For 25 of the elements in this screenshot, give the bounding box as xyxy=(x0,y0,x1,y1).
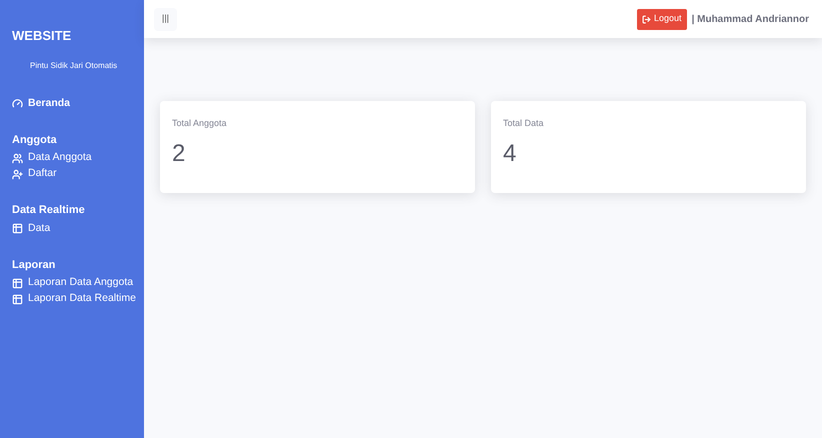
sidebar-item[interactable]: Laporan Data Anggota xyxy=(12,275,134,291)
logout-button[interactable]: Logout xyxy=(637,8,687,30)
sidebar-item[interactable]: Data xyxy=(12,220,50,236)
logout-icon xyxy=(642,14,652,24)
sidebar-item[interactable]: Data Anggota xyxy=(12,150,92,166)
sidebar-heading: Data Realtime xyxy=(12,203,85,218)
card-title: Total Data xyxy=(503,117,544,130)
sidebar-heading: Laporan xyxy=(12,258,56,272)
sidebar-heading: Anggota xyxy=(12,132,57,148)
table-icon xyxy=(12,223,23,234)
sidebar-item[interactable]: Daftar xyxy=(12,166,57,182)
sidebar-item[interactable]: Beranda xyxy=(12,96,70,112)
sidebar-toggle-button[interactable]: ||| xyxy=(154,8,177,30)
users-icon xyxy=(12,152,23,164)
table-icon xyxy=(12,294,23,304)
gauge-icon xyxy=(12,98,23,109)
sidebar-item[interactable]: Laporan Data Realtime xyxy=(12,291,136,307)
card-value: 2 xyxy=(172,138,186,168)
brand-title: WEBSITE xyxy=(12,27,72,45)
brand-subtitle: Pintu Sidik Jari Otomatis xyxy=(30,60,118,72)
user-plus-icon xyxy=(12,168,23,180)
table-icon xyxy=(12,278,23,288)
card-title: Total Anggota xyxy=(172,117,227,130)
user-name: | Muhammad Andriannor xyxy=(692,12,809,26)
card-value: 4 xyxy=(503,138,516,168)
